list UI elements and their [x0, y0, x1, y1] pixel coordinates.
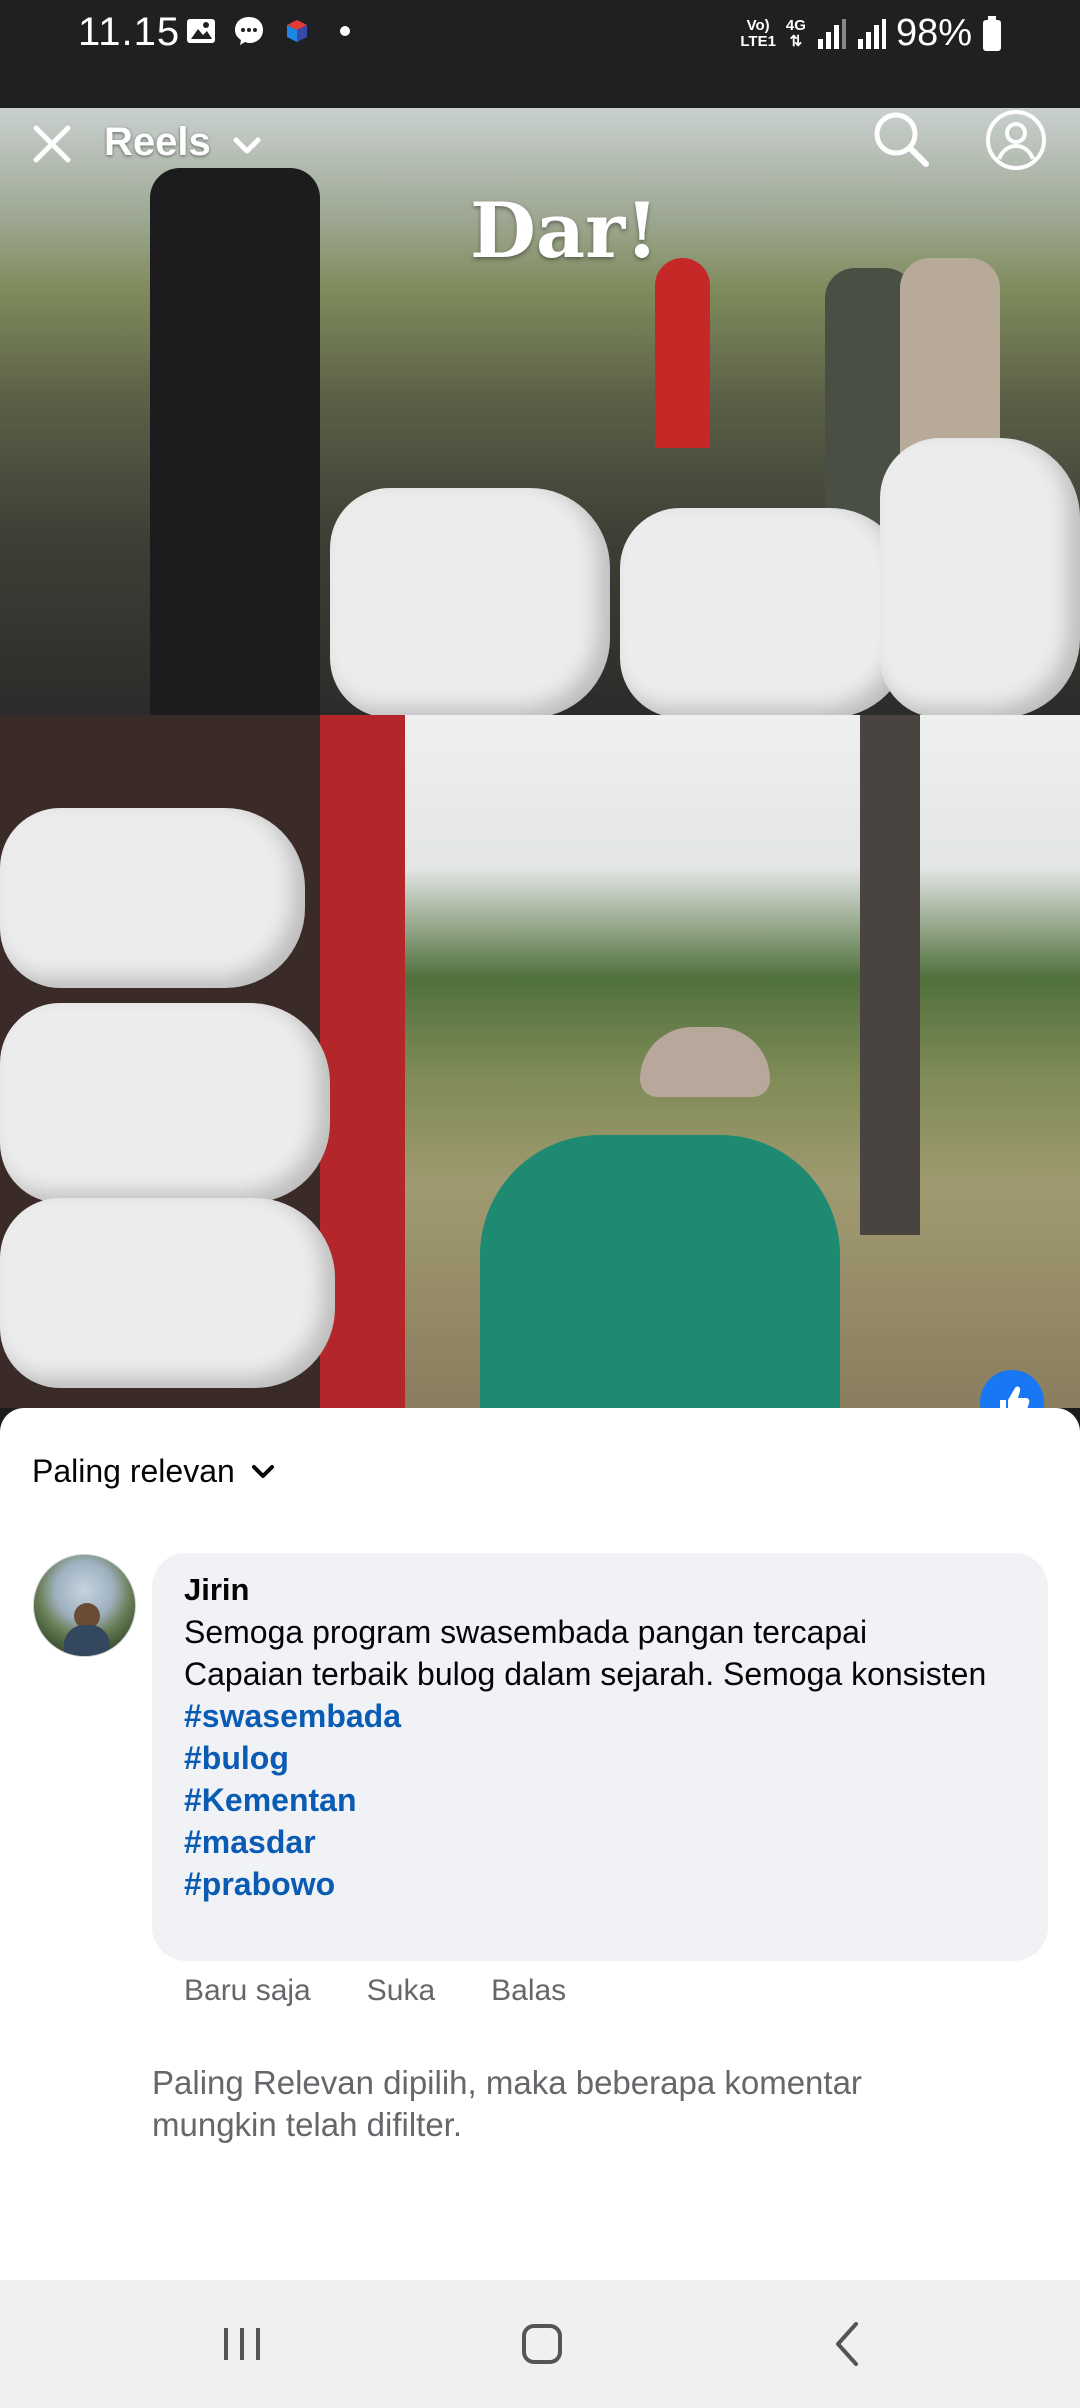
home-icon[interactable]: [512, 2314, 572, 2374]
sort-label: Paling relevan: [32, 1453, 235, 1489]
like-button[interactable]: Suka: [367, 1974, 435, 2008]
search-icon[interactable]: [870, 108, 932, 170]
comment-text-line: Capaian terbaik bulog dalam sejarah. Sem…: [184, 1656, 987, 1692]
avatar-body: [64, 1625, 110, 1656]
fertilizer-sack: [0, 808, 305, 988]
fertilizer-sack: [0, 1003, 330, 1203]
system-nav-bar: [0, 2280, 1080, 2408]
worker-figure: [655, 258, 710, 448]
volte-bottom: LTE1: [740, 32, 776, 50]
fertilizer-sack: [0, 1198, 335, 1388]
reel-video[interactable]: Reels Dar!: [0, 108, 1080, 1408]
comment-bubble[interactable]: Jirin Semoga program swasembada pangan t…: [152, 1553, 1048, 1961]
farmer-hat: [640, 1027, 770, 1097]
status-right: Vo) LTE1 4G ⇅ 98%: [740, 12, 1002, 55]
network-type-label: 4G: [785, 16, 806, 34]
recent-apps-icon[interactable]: [212, 2314, 272, 2374]
avatar[interactable]: [33, 1554, 136, 1657]
rice-sack: [330, 488, 610, 718]
back-icon[interactable]: [818, 2314, 878, 2374]
sort-dropdown[interactable]: Paling relevan: [32, 1453, 275, 1490]
chevron-down-icon: [251, 1464, 274, 1478]
more-notifications-icon: [340, 26, 350, 36]
comment-author[interactable]: Jirin: [184, 1569, 1016, 1611]
comment-text-line: Semoga program swasembada pangan tercapa…: [184, 1614, 868, 1650]
volte-label: Vo) LTE1: [740, 16, 776, 50]
farmer-figure: [480, 1135, 840, 1408]
battery-icon: [983, 15, 1001, 51]
comments-sheet: Paling relevan Jirin Semoga program swas…: [0, 1408, 1080, 2280]
filter-note: Paling Relevan dipilih, maka beberapa ko…: [152, 2064, 862, 2143]
status-time: 11.15: [78, 10, 181, 54]
close-icon[interactable]: [28, 120, 76, 168]
signal-icon-2: [857, 18, 886, 49]
gallery-icon: [187, 19, 215, 43]
hashtag-link[interactable]: #Kementan: [184, 1779, 1016, 1821]
hashtag-link[interactable]: #masdar: [184, 1821, 1016, 1863]
signal-icon-1: [817, 18, 846, 49]
hashtag-link[interactable]: #swasembada: [184, 1695, 1016, 1737]
video-overlay-text: Dar!: [470, 186, 659, 275]
rice-sack: [620, 508, 910, 718]
like-reaction-button[interactable]: [980, 1370, 1044, 1408]
status-bar: 11.15 Vo) LTE1 4G ⇅ 98%: [0, 0, 1080, 108]
thumbs-up-icon: [1000, 1386, 1030, 1408]
tree-trunk: [860, 715, 920, 1235]
comment-actions: Baru saja Suka Balas: [184, 1974, 566, 2008]
battery-percent: 98%: [895, 12, 972, 54]
rice-sack: [880, 438, 1080, 718]
messenger-icon: [235, 17, 263, 45]
reels-title[interactable]: Reels: [104, 120, 211, 165]
profile-icon[interactable]: [984, 108, 1048, 172]
app-cube-icon: [287, 20, 307, 42]
data-arrows-icon: ⇅: [789, 32, 803, 50]
notification-icons: [184, 14, 362, 48]
hashtag-link[interactable]: #bulog: [184, 1737, 1016, 1779]
comment-time: Baru saja: [184, 1974, 311, 2007]
reply-button[interactable]: Balas: [491, 1974, 566, 2008]
volte-top: Vo): [746, 16, 770, 34]
hashtag-link[interactable]: #prabowo: [184, 1863, 1016, 1905]
network-type: 4G ⇅: [785, 16, 806, 50]
worker-figure: [150, 168, 320, 728]
chevron-down-icon[interactable]: [232, 136, 262, 156]
